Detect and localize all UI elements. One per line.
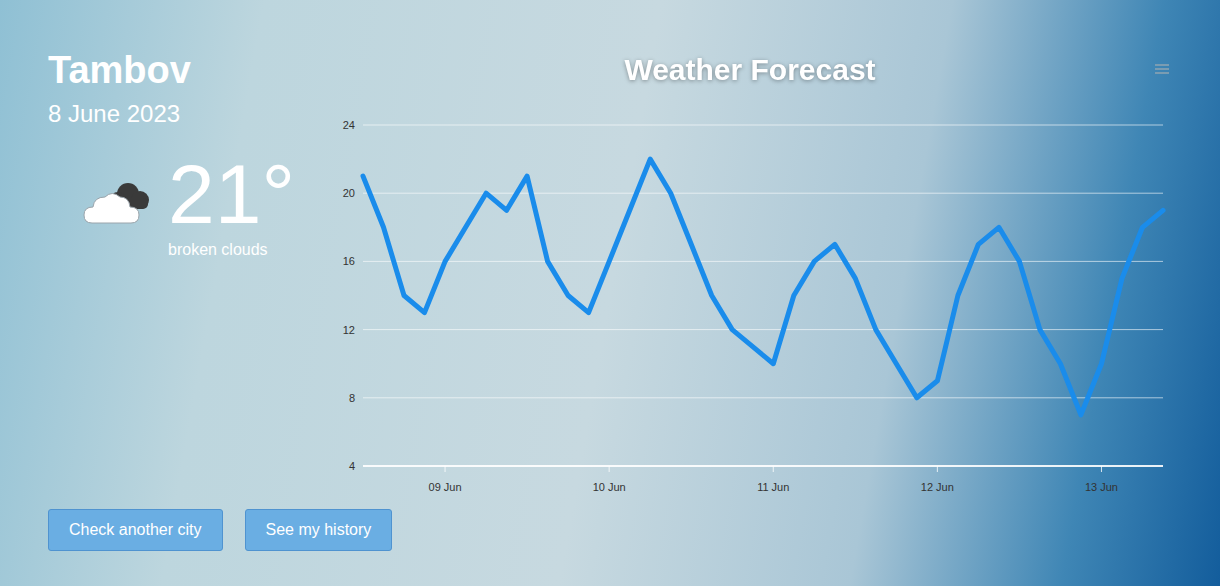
temperature-line xyxy=(363,159,1163,415)
date: 8 June 2023 xyxy=(48,98,330,130)
y-grid-line: 20 xyxy=(343,187,1163,199)
y-grid-line: 24 xyxy=(343,119,1163,131)
x-tick-label: 09 Jun xyxy=(429,481,462,493)
chart-panel: Weather Forecast 24 20 16 12 8 4 09 Jun 10 Jun 11… xyxy=(330,46,1170,509)
temperature: 21° xyxy=(168,152,295,236)
y-tick-label: 4 xyxy=(349,460,355,472)
y-grid-line: 4 xyxy=(349,460,1163,472)
x-tick-label: 13 Jun xyxy=(1085,481,1118,493)
current-weather: Tambov 8 June 2023 21° broken clouds xyxy=(0,46,330,509)
x-tick: 11 Jun xyxy=(757,466,789,493)
condition: broken clouds xyxy=(168,240,295,260)
x-tick-label: 12 Jun xyxy=(921,481,954,493)
weather-page: Tambov 8 June 2023 21° broken clouds Weather… xyxy=(0,0,1220,586)
x-tick: 12 Jun xyxy=(921,466,954,493)
x-tick-label: 11 Jun xyxy=(757,481,789,493)
y-tick-label: 8 xyxy=(349,392,355,404)
x-tick: 10 Jun xyxy=(593,466,626,493)
action-button[interactable]: See my history xyxy=(245,509,393,551)
y-grid-line: 16 xyxy=(343,255,1163,267)
chart-title: Weather Forecast xyxy=(354,47,1146,92)
y-tick-label: 12 xyxy=(343,324,355,336)
y-grid-line: 8 xyxy=(349,392,1163,404)
city-name: Tambov xyxy=(48,46,330,94)
y-tick-label: 20 xyxy=(343,187,355,199)
action-button[interactable]: Check another city xyxy=(48,509,223,551)
forecast-chart: 24 20 16 12 8 4 09 Jun 10 Jun 11 Jun 12 Jun 13 Jun xyxy=(330,92,1170,502)
y-tick-label: 16 xyxy=(343,255,355,267)
x-tick: 13 Jun xyxy=(1085,466,1118,493)
menu-icon[interactable] xyxy=(1154,62,1170,76)
x-tick-label: 10 Jun xyxy=(593,481,626,493)
x-tick: 09 Jun xyxy=(429,466,462,493)
y-tick-label: 24 xyxy=(343,119,355,131)
cloud-icon xyxy=(82,176,154,226)
